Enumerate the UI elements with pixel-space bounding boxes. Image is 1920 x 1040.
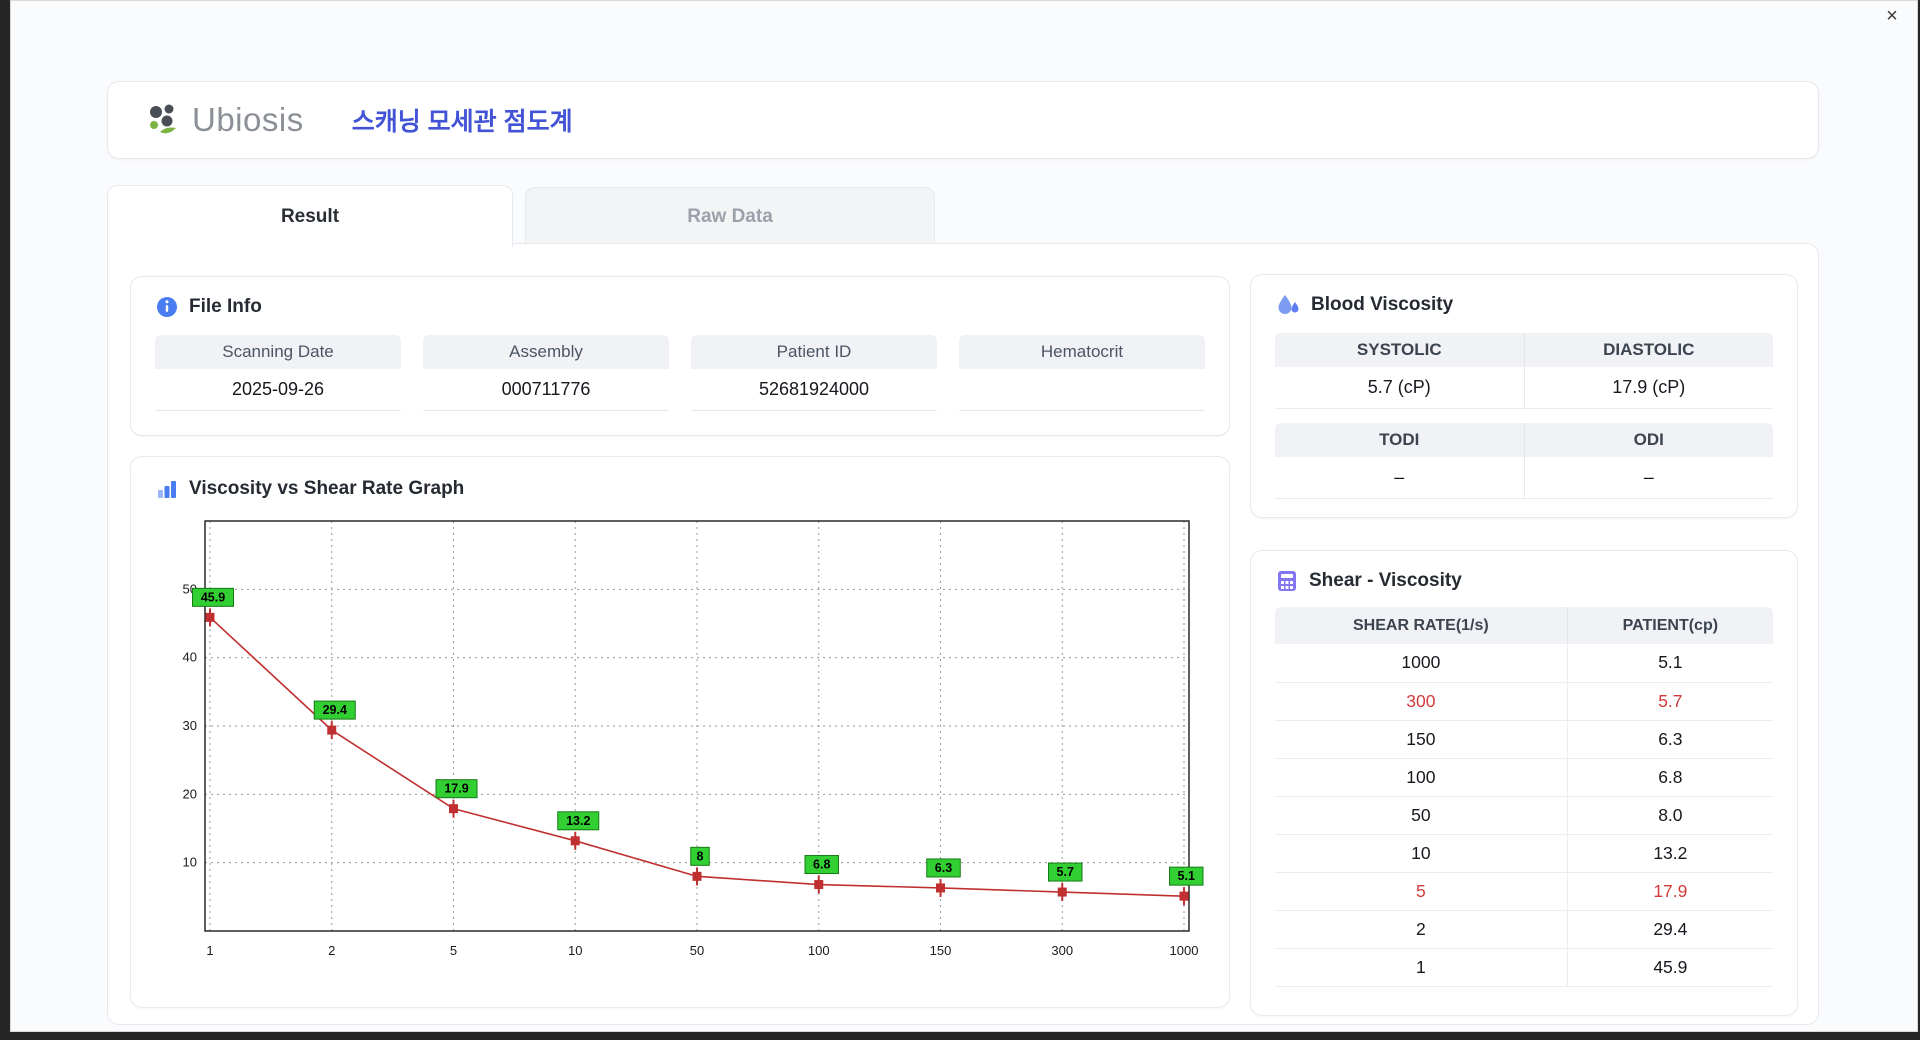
- shear-rate-cell: 100: [1275, 758, 1568, 797]
- patient-cell: 45.9: [1567, 948, 1773, 987]
- shear-rate-cell: 1: [1275, 948, 1568, 987]
- table-row: 10 13.2: [1275, 834, 1773, 873]
- logo-text: Ubiosis: [192, 101, 304, 138]
- svg-text:5.1: 5.1: [1178, 869, 1195, 883]
- svg-text:1000: 1000: [1170, 943, 1199, 958]
- svg-text:17.9: 17.9: [444, 782, 468, 796]
- svg-text:20: 20: [183, 786, 197, 801]
- svg-text:50: 50: [690, 943, 704, 958]
- file-info-title: File Info: [189, 296, 262, 317]
- table-row: 1000 5.1: [1275, 644, 1773, 683]
- svg-text:6.3: 6.3: [935, 861, 952, 875]
- svg-text:10: 10: [568, 943, 582, 958]
- patient-cell: 5.1: [1567, 644, 1773, 683]
- field-hematocrit: Hematocrit: [959, 335, 1205, 411]
- svg-text:300: 300: [1051, 943, 1073, 958]
- svg-text:5: 5: [450, 943, 457, 958]
- page-title: 스캐닝 모세관 점도계: [351, 108, 573, 136]
- shear-viscosity-table: SHEAR RATE(1/s) PATIENT(cp) 1000 5.1 300 5.…: [1275, 607, 1773, 987]
- file-info-card: File Info Scanning Date 2025-09-26 Assem…: [130, 276, 1230, 436]
- field-value: 52681924000: [691, 369, 937, 411]
- shear-viscosity-title: Shear - Viscosity: [1309, 570, 1462, 591]
- column-header-shear-rate: SHEAR RATE(1/s): [1275, 607, 1568, 644]
- shear-rate-cell: 10: [1275, 834, 1568, 873]
- svg-text:5.7: 5.7: [1057, 865, 1074, 879]
- shear-rate-cell: 150: [1275, 720, 1568, 759]
- field-label: Assembly: [423, 335, 669, 369]
- viscosity-graph-card: Viscosity vs Shear Rate Graph 10 20 30 40 50…: [130, 456, 1230, 1008]
- patient-cell: 8.0: [1567, 796, 1773, 835]
- svg-text:2: 2: [328, 943, 335, 958]
- odi-label: ODI: [1524, 423, 1773, 457]
- field-value: 2025-09-26: [155, 369, 401, 411]
- shear-rate-cell: 300: [1275, 682, 1568, 721]
- patient-cell: 17.9: [1567, 872, 1773, 911]
- svg-text:10: 10: [183, 855, 197, 870]
- table-row: 300 5.7: [1275, 682, 1773, 721]
- diastolic-label: DIASTOLIC: [1524, 333, 1773, 367]
- todi-label: TODI: [1275, 423, 1525, 457]
- patient-cell: 6.8: [1567, 758, 1773, 797]
- svg-text:30: 30: [183, 718, 197, 733]
- app-window: × Ubiosis 스캐닝 모세관 점도계 Result Raw Data Fi…: [10, 0, 1918, 1032]
- logo-mark-icon: [142, 98, 186, 142]
- viscosity-chart: 10 20 30 40 50 1 2 5 10 50 100 150 300 1000 45.9 29.4 17…: [155, 511, 1205, 978]
- table-row: 150 6.3: [1275, 720, 1773, 759]
- shear-rate-cell: 50: [1275, 796, 1568, 835]
- close-icon[interactable]: ×: [1879, 3, 1905, 29]
- droplet-icon: [1275, 293, 1301, 317]
- patient-cell: 29.4: [1567, 910, 1773, 949]
- graph-title: Viscosity vs Shear Rate Graph: [189, 478, 465, 499]
- field-label: Patient ID: [691, 335, 937, 369]
- systolic-value: 5.7 (cP): [1275, 367, 1525, 409]
- field-patient-id: Patient ID 52681924000: [691, 335, 937, 411]
- blood-viscosity-title: Blood Viscosity: [1311, 294, 1454, 315]
- table-row: 100 6.8: [1275, 758, 1773, 797]
- table-row: 50 8.0: [1275, 796, 1773, 835]
- table-row: 5 17.9: [1275, 872, 1773, 911]
- svg-text:8: 8: [697, 849, 704, 863]
- svg-text:45.9: 45.9: [201, 590, 225, 604]
- odi-value: –: [1524, 457, 1773, 499]
- patient-cell: 13.2: [1567, 834, 1773, 873]
- shear-rate-cell: 2: [1275, 910, 1568, 949]
- patient-cell: 6.3: [1567, 720, 1773, 759]
- blood-viscosity-card: Blood Viscosity SYSTOLIC DIASTOLIC 5.7 (…: [1250, 274, 1798, 518]
- shear-viscosity-card: Shear - Viscosity SHEAR RATE(1/s) PATIEN…: [1250, 550, 1798, 1016]
- tab-raw-data[interactable]: Raw Data: [525, 187, 935, 245]
- field-label: Hematocrit: [959, 335, 1205, 369]
- patient-cell: 5.7: [1567, 682, 1773, 721]
- table-row: 1 45.9: [1275, 948, 1773, 987]
- svg-text:1: 1: [206, 943, 213, 958]
- field-assembly: Assembly 000711776: [423, 335, 669, 411]
- shear-rate-cell: 5: [1275, 872, 1568, 911]
- column-header-patient: PATIENT(cp): [1567, 607, 1773, 644]
- svg-text:6.8: 6.8: [813, 858, 830, 872]
- content-panel: File Info Scanning Date 2025-09-26 Assem…: [107, 243, 1819, 1025]
- shear-rate-cell: 1000: [1275, 644, 1568, 683]
- systolic-label: SYSTOLIC: [1275, 333, 1525, 367]
- header-card: Ubiosis 스캐닝 모세관 점도계: [107, 81, 1819, 159]
- svg-text:150: 150: [930, 943, 952, 958]
- svg-text:29.4: 29.4: [323, 703, 347, 717]
- table-row: 2 29.4: [1275, 910, 1773, 949]
- diastolic-value: 17.9 (cP): [1524, 367, 1773, 409]
- svg-text:40: 40: [183, 650, 197, 665]
- app-logo: Ubiosis: [142, 98, 304, 142]
- field-value: [959, 369, 1205, 411]
- svg-text:13.2: 13.2: [566, 814, 590, 828]
- bar-chart-icon: [155, 477, 179, 501]
- field-value: 000711776: [423, 369, 669, 411]
- field-scanning-date: Scanning Date 2025-09-26: [155, 335, 401, 411]
- field-label: Scanning Date: [155, 335, 401, 369]
- svg-text:100: 100: [808, 943, 830, 958]
- tab-result[interactable]: Result: [107, 185, 513, 247]
- calculator-icon: [1275, 569, 1299, 593]
- info-icon: [155, 295, 179, 319]
- todi-value: –: [1275, 457, 1525, 499]
